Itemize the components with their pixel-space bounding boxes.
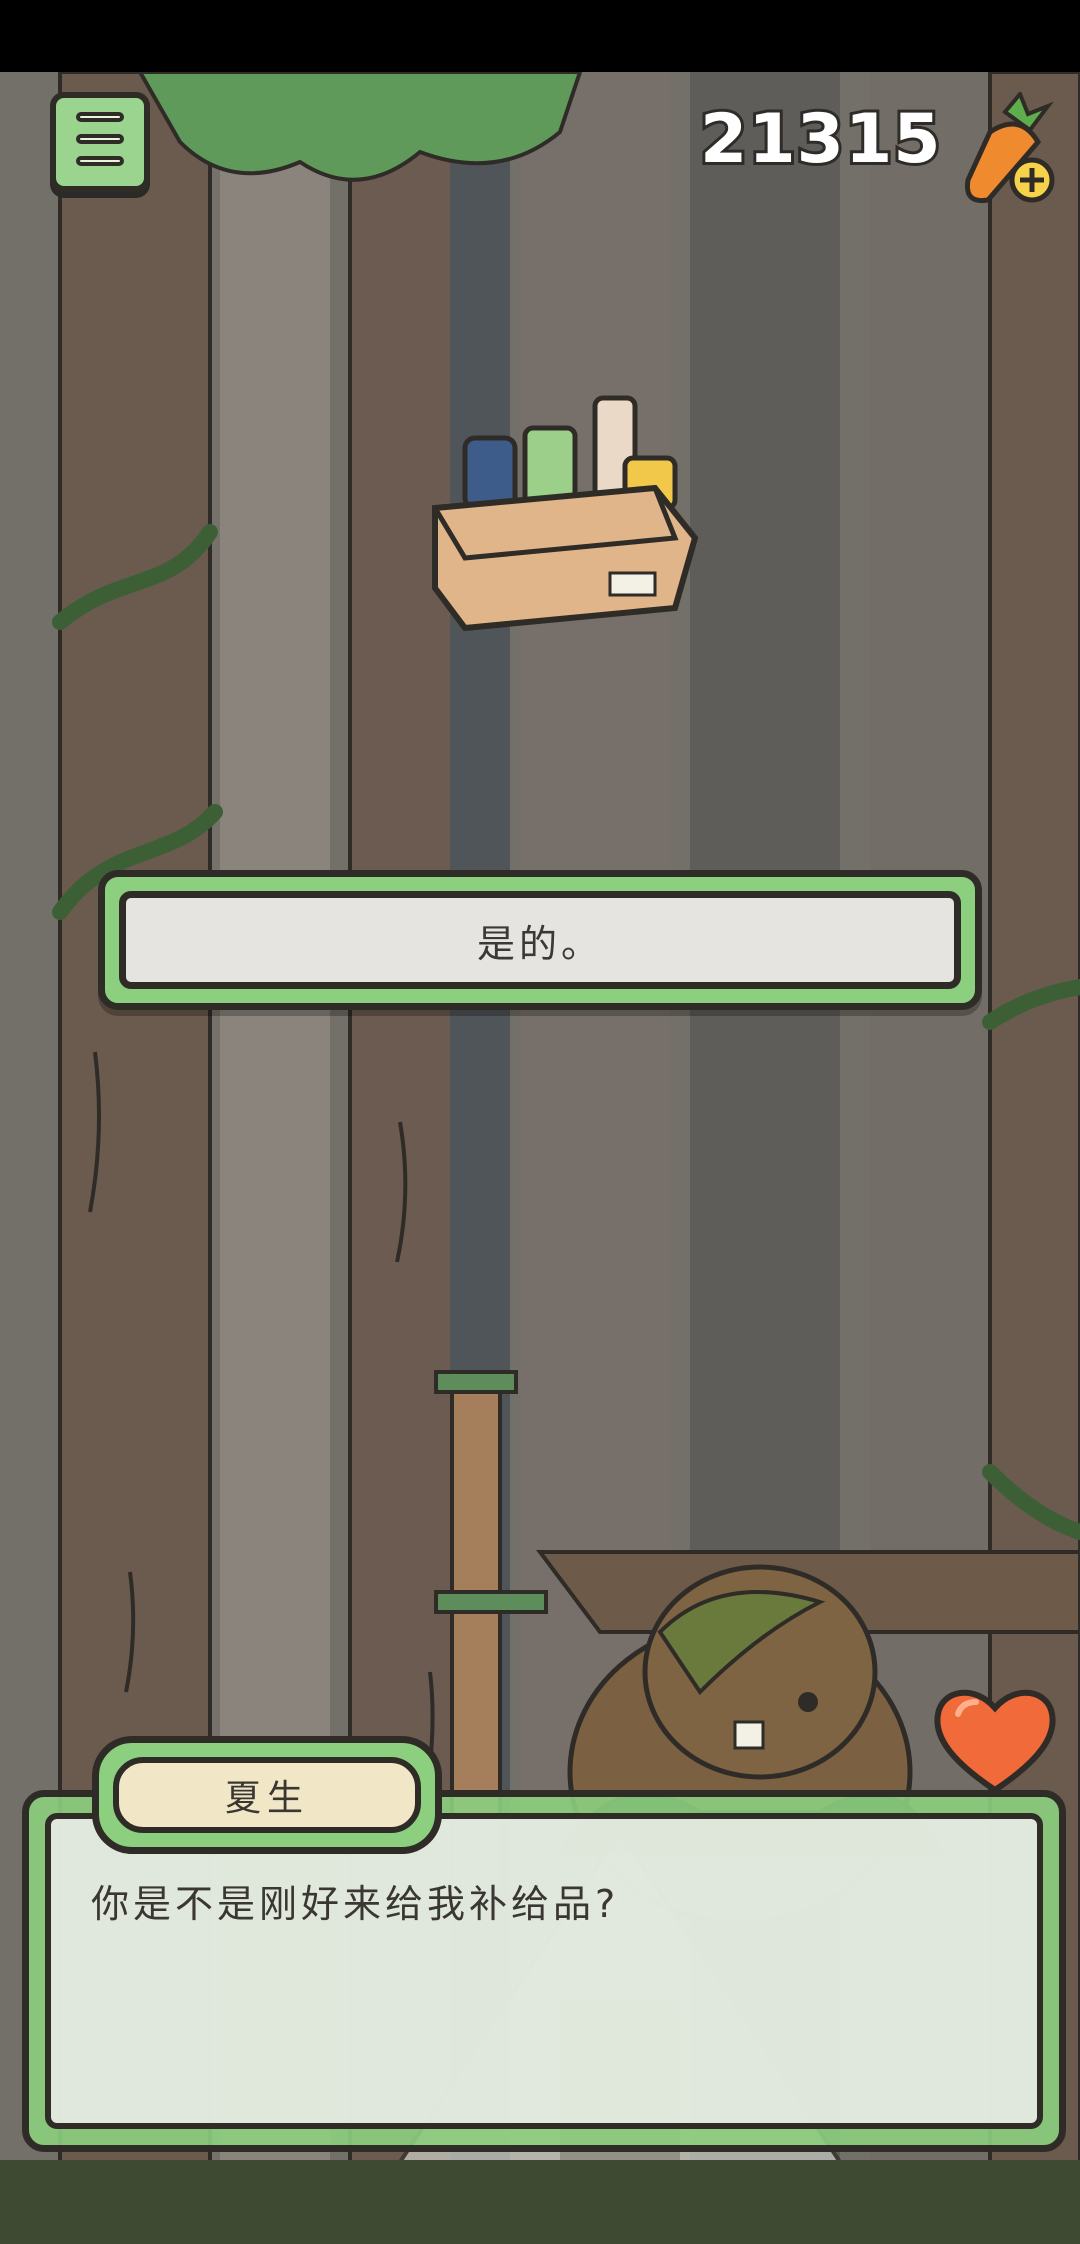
dialog-text-area: 你是不是刚好来给我补给品?	[45, 1813, 1043, 2129]
choice-label: 是的。	[476, 921, 603, 966]
speaker-name-plate: 夏生	[113, 1757, 421, 1833]
speaker-name: 夏生	[224, 1778, 309, 1819]
supply-box-icon	[432, 395, 699, 632]
ground-strip	[0, 2160, 1080, 2244]
dialog-text: 你是不是刚好来给我补给品?	[91, 1882, 620, 1926]
carrot-count: 21315	[697, 97, 944, 182]
speaker-name-tab: 夏生	[92, 1736, 442, 1854]
heart-icon[interactable]	[930, 1678, 1060, 1798]
carrot-add-icon[interactable]	[950, 92, 1060, 212]
menu-button[interactable]	[50, 92, 150, 192]
status-bar	[0, 0, 1080, 72]
choice-button-yes[interactable]: 是的。	[119, 891, 961, 989]
choice-panel: 是的。	[98, 870, 982, 1010]
